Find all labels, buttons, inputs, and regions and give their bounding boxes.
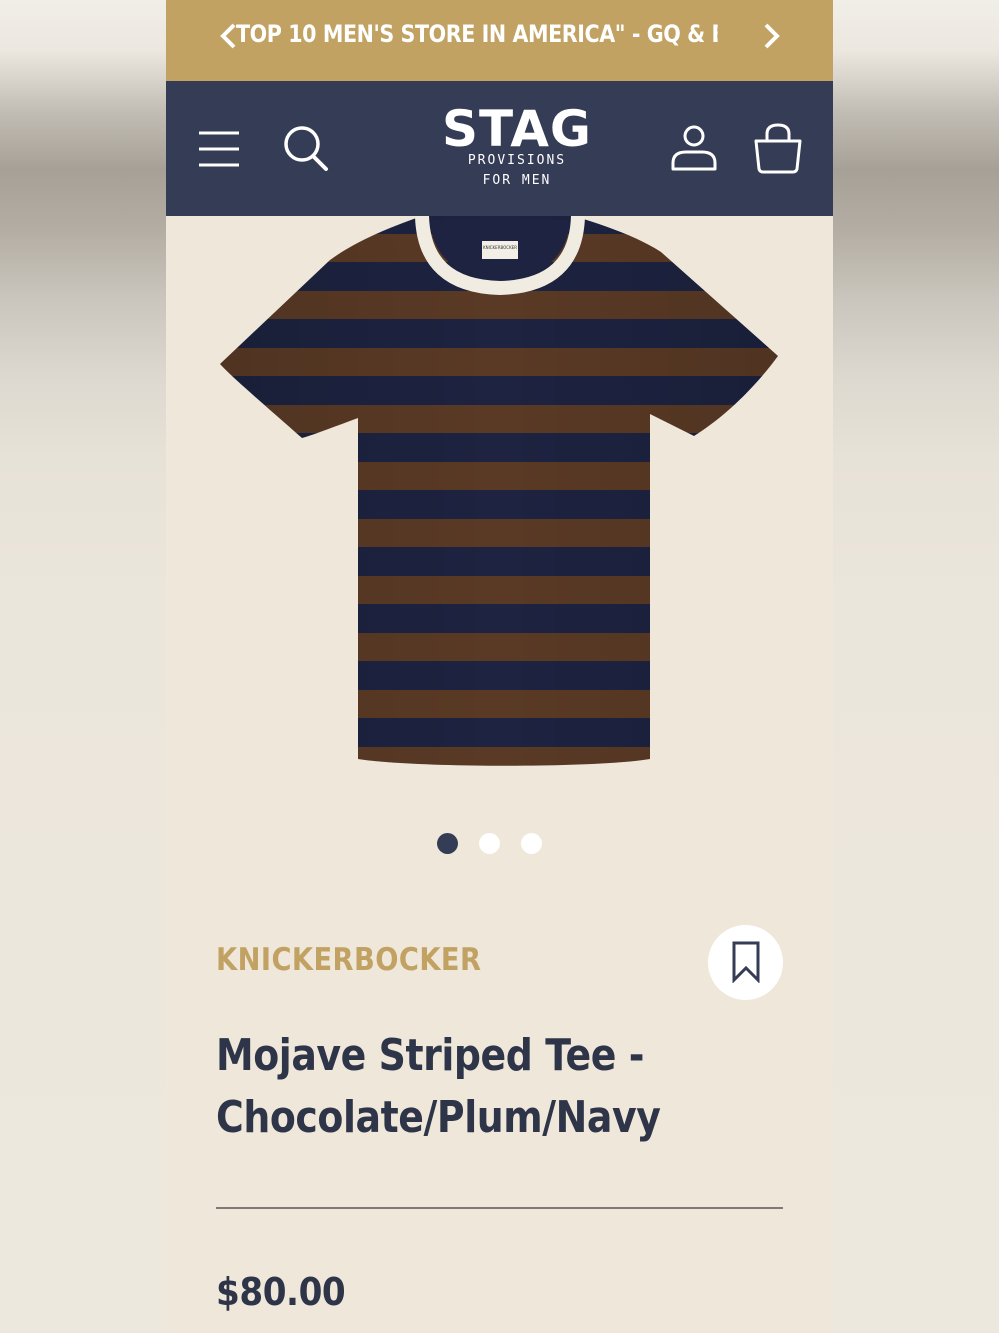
product-title-line-2: Chocolate/Plum/Navy (216, 1092, 661, 1143)
cart-button[interactable] (748, 119, 808, 179)
divider (216, 1207, 783, 1209)
carousel-dot-3[interactable] (521, 833, 542, 854)
logo-wordmark: STAG (442, 100, 592, 158)
garment-label (482, 241, 518, 259)
product-image[interactable]: KNICKERBOCKER (166, 215, 833, 776)
logo-tagline-bottom: FOR MEN (482, 173, 552, 188)
stag-logo[interactable]: STAG PROVISIONS FOR MEN (432, 99, 602, 199)
product-title: Mojave Striped Tee - Chocolate/Plum/Navy (216, 1025, 698, 1149)
announcement-text: TOP 10 MEN'S STORE IN AMERICA" - GQ & ES… (236, 20, 718, 48)
menu-icon (199, 131, 239, 167)
announcement-bar[interactable]: TOP 10 MEN'S STORE IN AMERICA" - GQ & ES… (166, 0, 833, 81)
chevron-left-icon[interactable] (218, 22, 238, 50)
menu-button[interactable] (196, 119, 256, 179)
site-header: STAG PROVISIONS FOR MEN (166, 81, 833, 216)
account-button[interactable] (664, 119, 724, 179)
mobile-page: TOP 10 MEN'S STORE IN AMERICA" - GQ & ES… (166, 0, 833, 1333)
search-icon (284, 126, 328, 171)
account-icon (671, 125, 717, 171)
product-brand[interactable]: KNICKERBOCKER (216, 942, 481, 978)
product-title-line-1: Mojave Striped Tee - (216, 1030, 645, 1081)
garment-label-text: KNICKERBOCKER (483, 245, 517, 250)
bookmark-icon (732, 941, 760, 983)
search-button[interactable] (280, 119, 340, 179)
chevron-right-icon[interactable] (762, 22, 782, 50)
product-price: $80.00 (216, 1270, 346, 1314)
logo-tagline-top: PROVISIONS (467, 153, 567, 168)
cart-icon (754, 123, 802, 174)
striped-tee-image: KNICKERBOCKER (220, 215, 778, 766)
carousel-indicators (436, 833, 556, 857)
carousel-dot-1[interactable] (437, 833, 458, 854)
save-to-wishlist-button[interactable] (708, 925, 783, 1000)
carousel-dot-2[interactable] (479, 833, 500, 854)
